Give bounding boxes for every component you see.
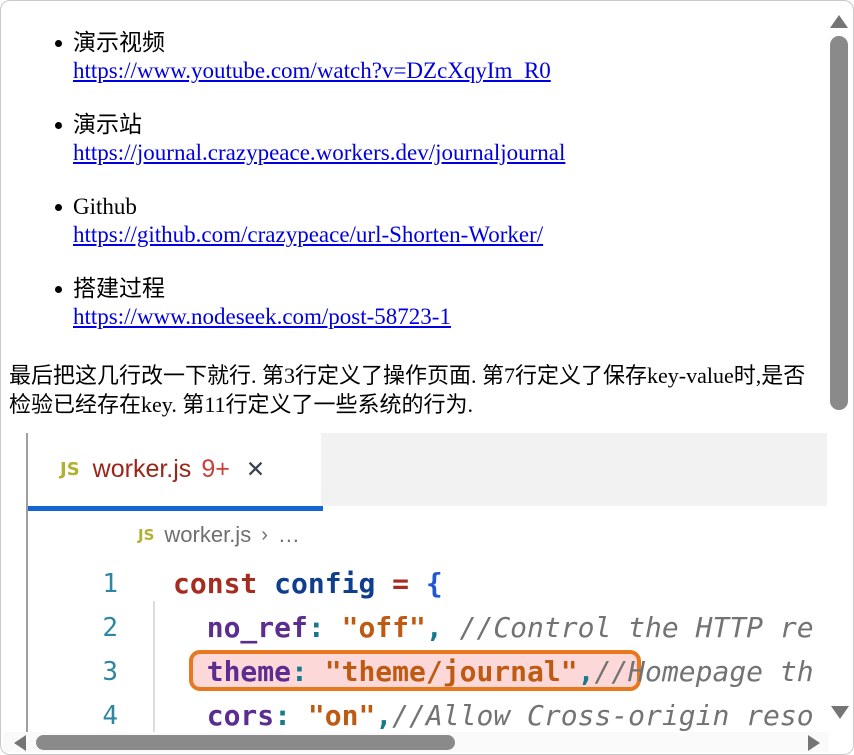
token-prop: no_ref — [207, 611, 308, 644]
code-area[interactable]: 1const config = {2 no_ref: "off", //Cont… — [28, 559, 829, 734]
token-space — [257, 567, 274, 600]
link-label: Github — [73, 193, 813, 221]
token-punc: , — [578, 655, 595, 688]
link-label: 演示视频 — [73, 29, 813, 57]
links-list: 演示视频https://www.youtube.com/watch?v=DZcX… — [1, 1, 853, 331]
bullet-icon — [55, 286, 62, 293]
token-prop: theme — [207, 655, 291, 688]
token-var: config — [274, 567, 375, 600]
token-cmt: //Control the HTTP re — [460, 611, 814, 644]
link-label: 搭建过程 — [73, 275, 813, 303]
code-line-content: theme: "theme/journal",//Homepage th — [173, 655, 814, 688]
line-number: 4 — [28, 699, 118, 731]
hyperlink[interactable]: https://github.com/crazypeace/url-Shorte… — [73, 222, 543, 247]
vscode-screenshot: JS worker.js 9+ ✕ JS worker.js › … 1 cons… — [26, 433, 829, 734]
token-space — [409, 567, 426, 600]
token-prop: cors — [207, 699, 274, 732]
tab-filename: worker.js — [93, 455, 192, 484]
scroll-right-arrow-icon[interactable] — [808, 735, 820, 751]
scroll-down-arrow-icon[interactable] — [831, 706, 849, 719]
token-space — [173, 655, 207, 688]
scroll-up-arrow-icon[interactable] — [830, 15, 848, 28]
breadcrumb[interactable]: JS worker.js › … — [28, 511, 829, 559]
tab-worker-js[interactable]: JS worker.js 9+ ✕ — [28, 433, 321, 506]
hyperlink[interactable]: https://www.nodeseek.com/post-58723-1 — [73, 304, 451, 329]
js-file-icon: JS — [138, 526, 154, 544]
hyperlink[interactable]: https://journal.crazypeace.workers.dev/j… — [73, 140, 565, 165]
token-space — [325, 611, 342, 644]
list-item: 演示视频https://www.youtube.com/watch?v=DZcX… — [73, 29, 813, 85]
token-brace: { — [426, 567, 443, 600]
bullet-icon — [55, 204, 62, 211]
code-line-content: no_ref: "off", //Control the HTTP re — [173, 611, 814, 644]
token-space — [173, 699, 207, 732]
token-str: "off" — [342, 611, 426, 644]
breadcrumb-more[interactable]: … — [278, 522, 300, 548]
line-number: 1 — [28, 567, 118, 599]
token-space — [173, 611, 207, 644]
token-punc: , — [426, 611, 443, 644]
list-item: 演示站https://journal.crazypeace.workers.de… — [73, 111, 813, 167]
code-line[interactable]: 3 theme: "theme/journal",//Homepage th — [28, 655, 829, 699]
list-item: Githubhttps://github.com/crazypeace/url-… — [73, 193, 813, 249]
page: 演示视频https://www.youtube.com/watch?v=DZcX… — [0, 0, 854, 755]
list-item: 搭建过程https://www.nodeseek.com/post-58723-… — [73, 275, 813, 331]
vertical-scrollbar[interactable] — [827, 3, 851, 734]
token-str: "theme/journal" — [325, 655, 578, 688]
problems-badge: 9+ — [201, 455, 230, 484]
code-line-content: cors: "on",//Allow Cross-origin reso — [173, 699, 814, 732]
token-punc: : — [274, 699, 291, 732]
close-icon[interactable]: ✕ — [246, 457, 265, 483]
token-kw: = — [392, 567, 409, 600]
hyperlink[interactable]: https://www.youtube.com/watch?v=DZcXqyIm… — [73, 58, 551, 83]
bullet-icon — [55, 122, 62, 129]
breadcrumb-file[interactable]: worker.js — [164, 522, 251, 548]
token-space — [308, 655, 325, 688]
token-punc: : — [308, 611, 325, 644]
token-cmt: //Homepage th — [594, 655, 813, 688]
code-line[interactable]: 4 cors: "on",//Allow Cross-origin reso — [28, 699, 829, 734]
editor-tab-bar: JS worker.js 9+ ✕ — [28, 433, 829, 506]
token-kw: const — [173, 567, 257, 600]
token-space — [291, 699, 308, 732]
horizontal-scrollbar[interactable] — [3, 732, 829, 752]
code-line[interactable]: 2 no_ref: "off", //Control the HTTP re — [28, 611, 829, 655]
scroll-left-arrow-icon[interactable] — [14, 735, 26, 751]
token-space — [375, 567, 392, 600]
horizontal-scrollbar-thumb[interactable] — [36, 735, 455, 750]
paragraph: 最后把这几行改一下就行. 第3行定义了操作页面. 第7行定义了保存key-val… — [9, 361, 811, 419]
line-number: 2 — [28, 611, 118, 643]
token-space — [443, 611, 460, 644]
code-line[interactable]: 1 const config = { — [28, 567, 829, 611]
token-punc: , — [375, 699, 392, 732]
token-punc: : — [291, 655, 308, 688]
vertical-scrollbar-thumb[interactable] — [830, 36, 848, 410]
bullet-icon — [55, 40, 62, 47]
chevron-right-icon: › — [261, 524, 268, 547]
token-str: "on" — [308, 699, 375, 732]
link-label: 演示站 — [73, 111, 813, 139]
token-cmt: //Allow Cross-origin reso — [392, 699, 813, 732]
line-number: 3 — [28, 655, 118, 687]
code-line-content: const config = { — [173, 567, 443, 600]
js-file-icon: JS — [60, 459, 80, 480]
